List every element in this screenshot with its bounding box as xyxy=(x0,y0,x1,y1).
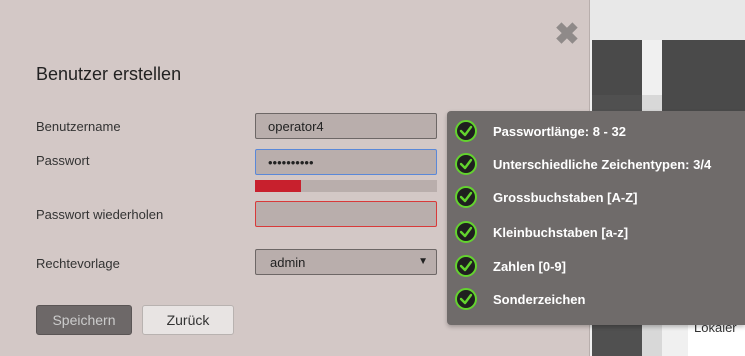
dialog-title: Benutzer erstellen xyxy=(36,64,182,84)
check-icon xyxy=(455,288,477,310)
check-icon xyxy=(455,186,477,208)
role-label: Rechtevorlage xyxy=(36,256,120,271)
password-strength-fill xyxy=(255,180,301,192)
rule-text: Sonderzeichen xyxy=(493,292,586,307)
password-rules-tooltip: Passwortlänge: 8 - 32 Unterschiedliche Z… xyxy=(447,111,745,325)
role-select[interactable]: admin ▼ xyxy=(255,249,437,275)
password-input[interactable] xyxy=(255,149,437,175)
background-panel xyxy=(662,40,745,95)
password-repeat-label: Passwort wiederholen xyxy=(36,207,164,222)
username-input[interactable] xyxy=(255,113,437,139)
password-label: Passwort xyxy=(36,153,90,168)
back-button[interactable]: Zurück xyxy=(142,305,234,335)
close-icon[interactable]: ✖ xyxy=(554,20,580,50)
password-repeat-input[interactable] xyxy=(255,201,437,227)
check-icon xyxy=(455,120,477,142)
rule-text: Zahlen [0-9] xyxy=(493,259,566,274)
check-icon xyxy=(455,255,477,277)
rule-text: Unterschiedliche Zeichentypen: 3/4 xyxy=(493,157,712,172)
role-select-value: admin xyxy=(270,255,306,270)
rule-text: Kleinbuchstaben [a-z] xyxy=(493,225,629,240)
username-label: Benutzername xyxy=(36,119,121,134)
save-button[interactable]: Speichern xyxy=(36,305,132,335)
password-strength-bar xyxy=(255,180,437,192)
check-icon xyxy=(455,221,477,243)
background-header xyxy=(590,0,745,40)
rule-text: Grossbuchstaben [A-Z] xyxy=(493,190,638,205)
chevron-down-icon: ▼ xyxy=(418,256,428,267)
check-icon xyxy=(455,153,477,175)
background-panel xyxy=(592,40,642,95)
rule-text: Passwortlänge: 8 - 32 xyxy=(493,124,626,139)
